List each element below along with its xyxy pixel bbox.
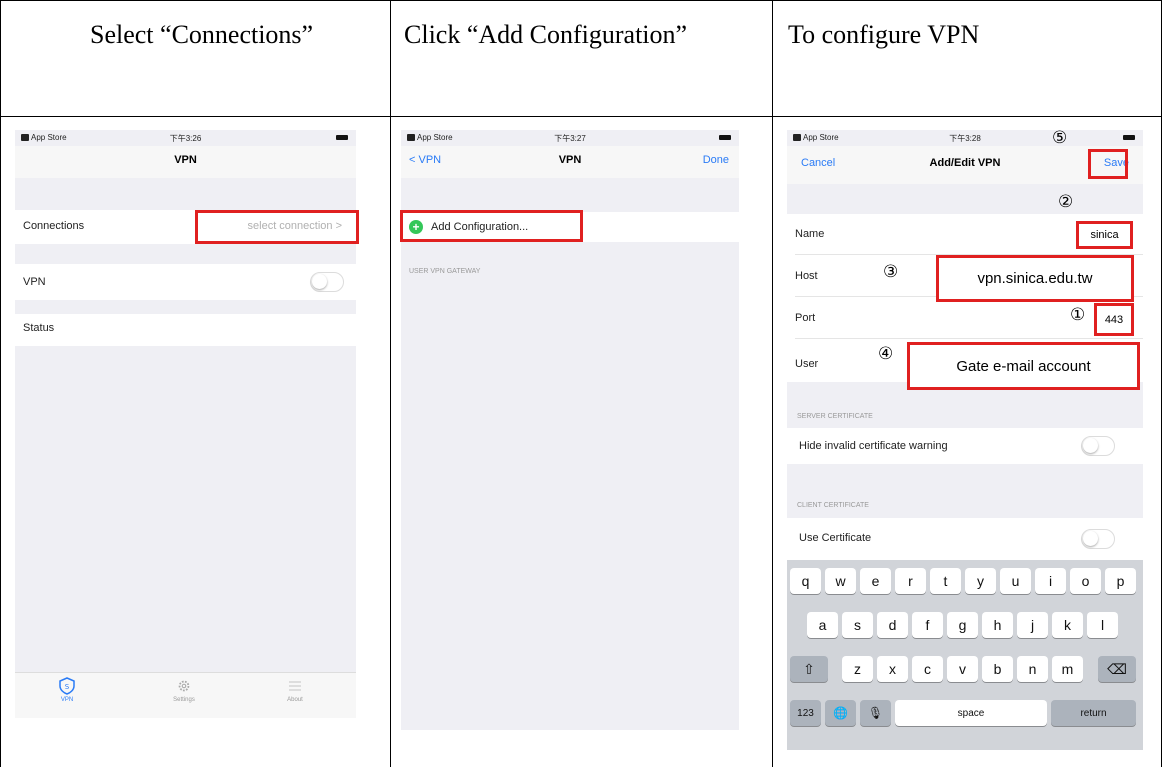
highlight-save bbox=[1088, 149, 1128, 179]
nav-bar: VPN bbox=[15, 146, 356, 178]
key-a[interactable]: a bbox=[807, 612, 838, 638]
gear-icon bbox=[178, 680, 190, 692]
key-v[interactable]: v bbox=[947, 656, 978, 682]
key-s[interactable]: s bbox=[842, 612, 873, 638]
section-header-client-cert: CLIENT CERTIFICATE bbox=[797, 502, 869, 509]
tab-settings-label: Settings bbox=[173, 697, 195, 703]
column-header-2: Click “Add Configuration” bbox=[404, 20, 688, 49]
key-m[interactable]: m bbox=[1052, 656, 1083, 682]
column-header-3: To configure VPN bbox=[788, 20, 980, 49]
tab-bar: S VPN Settings About bbox=[15, 672, 356, 718]
nav-title: VPN bbox=[558, 154, 582, 166]
status-row: Status bbox=[15, 314, 356, 346]
port-value-box[interactable]: 443 bbox=[1094, 303, 1134, 336]
vpn-toggle[interactable] bbox=[310, 272, 344, 292]
key-h[interactable]: h bbox=[982, 612, 1013, 638]
key-d[interactable]: d bbox=[877, 612, 908, 638]
keyboard: q w e r t y u i o p a s d f g h j k l ⇧ … bbox=[787, 560, 1143, 750]
vpn-label: VPN bbox=[23, 276, 46, 288]
step-marker-5: ⑤ bbox=[1052, 128, 1068, 148]
globe-icon[interactable]: 🌐 bbox=[825, 700, 856, 726]
battery-icon bbox=[336, 135, 348, 140]
return-key[interactable]: return bbox=[1051, 700, 1136, 726]
status-time: 下午3:28 bbox=[949, 134, 981, 143]
user-label: User bbox=[795, 358, 819, 370]
backspace-key[interactable]: ⌫ bbox=[1098, 656, 1136, 682]
key-k[interactable]: k bbox=[1052, 612, 1083, 638]
tab-vpn[interactable]: S VPN bbox=[37, 677, 97, 703]
done-button[interactable]: Done bbox=[703, 154, 729, 166]
key-l[interactable]: l bbox=[1087, 612, 1118, 638]
connections-label: Connections bbox=[23, 220, 85, 232]
nav-bar: < VPN VPN Done bbox=[401, 146, 739, 178]
user-value-box[interactable]: Gate e-mail account bbox=[907, 342, 1140, 390]
status-time: 下午3:27 bbox=[554, 134, 586, 143]
highlight-connections bbox=[195, 210, 359, 244]
status-bar: App Store 下午3:28 bbox=[787, 130, 1143, 146]
step-marker-1: ① bbox=[1070, 305, 1086, 325]
hide-invalid-label: Hide invalid certificate warning bbox=[799, 440, 948, 452]
shield-icon: S bbox=[59, 677, 75, 695]
battery-icon bbox=[719, 135, 731, 140]
space-key[interactable]: space bbox=[895, 700, 1047, 726]
key-u[interactable]: u bbox=[1000, 568, 1031, 594]
status-bar: App Store 下午3:27 bbox=[401, 130, 739, 146]
host-value-box[interactable]: vpn.sinica.edu.tw bbox=[936, 255, 1134, 302]
key-r[interactable]: r bbox=[895, 568, 926, 594]
key-g[interactable]: g bbox=[947, 612, 978, 638]
key-i[interactable]: i bbox=[1035, 568, 1066, 594]
highlight-add-configuration bbox=[400, 210, 583, 242]
use-certificate-row: Use Certificate bbox=[787, 518, 1143, 560]
shift-key[interactable]: ⇧ bbox=[790, 656, 828, 682]
name-label: Name bbox=[795, 228, 825, 240]
tab-about[interactable]: About bbox=[265, 677, 325, 703]
section-header-gateway: USER VPN GATEWAY bbox=[409, 268, 481, 275]
nav-title: VPN bbox=[174, 154, 197, 166]
key-c[interactable]: c bbox=[912, 656, 943, 682]
numbers-key[interactable]: 123 bbox=[790, 700, 821, 726]
key-p[interactable]: p bbox=[1105, 568, 1136, 594]
step-marker-4: ④ bbox=[878, 344, 894, 364]
host-label: Host bbox=[795, 270, 818, 282]
key-b[interactable]: b bbox=[982, 656, 1013, 682]
hide-invalid-row: Hide invalid certificate warning bbox=[787, 428, 1143, 464]
tab-settings[interactable]: Settings bbox=[154, 677, 214, 703]
port-label: Port bbox=[795, 312, 816, 324]
name-value-box[interactable]: sinica bbox=[1076, 221, 1133, 249]
step-marker-3: ③ bbox=[883, 262, 899, 282]
status-time: 下午3:26 bbox=[169, 134, 202, 143]
key-o[interactable]: o bbox=[1070, 568, 1101, 594]
tab-about-label: About bbox=[287, 697, 303, 703]
battery-icon bbox=[1123, 135, 1135, 140]
key-w[interactable]: w bbox=[825, 568, 856, 594]
section-header-server-cert: SERVER CERTIFICATE bbox=[797, 413, 873, 420]
list-icon bbox=[289, 681, 301, 691]
use-certificate-toggle[interactable] bbox=[1081, 529, 1115, 549]
use-certificate-label: Use Certificate bbox=[799, 532, 872, 544]
key-q[interactable]: q bbox=[790, 568, 821, 594]
key-n[interactable]: n bbox=[1017, 656, 1048, 682]
tab-vpn-label: VPN bbox=[60, 697, 74, 703]
key-z[interactable]: z bbox=[842, 656, 873, 682]
key-y[interactable]: y bbox=[965, 568, 996, 594]
divider bbox=[795, 338, 1143, 339]
key-t[interactable]: t bbox=[930, 568, 961, 594]
svg-text:S: S bbox=[65, 683, 70, 691]
status-bar: App Store 下午3:26 bbox=[15, 130, 356, 146]
status-label: Status bbox=[23, 322, 55, 334]
microphone-icon[interactable]: 🎙 bbox=[860, 700, 891, 726]
hide-invalid-toggle[interactable] bbox=[1081, 436, 1115, 456]
key-f[interactable]: f bbox=[912, 612, 943, 638]
key-j[interactable]: j bbox=[1017, 612, 1048, 638]
column-header-1: Select “Connections” bbox=[90, 20, 314, 49]
table-header-divider bbox=[0, 116, 1162, 117]
step-marker-2: ② bbox=[1058, 192, 1074, 212]
key-e[interactable]: e bbox=[860, 568, 891, 594]
key-x[interactable]: x bbox=[877, 656, 908, 682]
vpn-toggle-row: VPN bbox=[15, 264, 356, 300]
